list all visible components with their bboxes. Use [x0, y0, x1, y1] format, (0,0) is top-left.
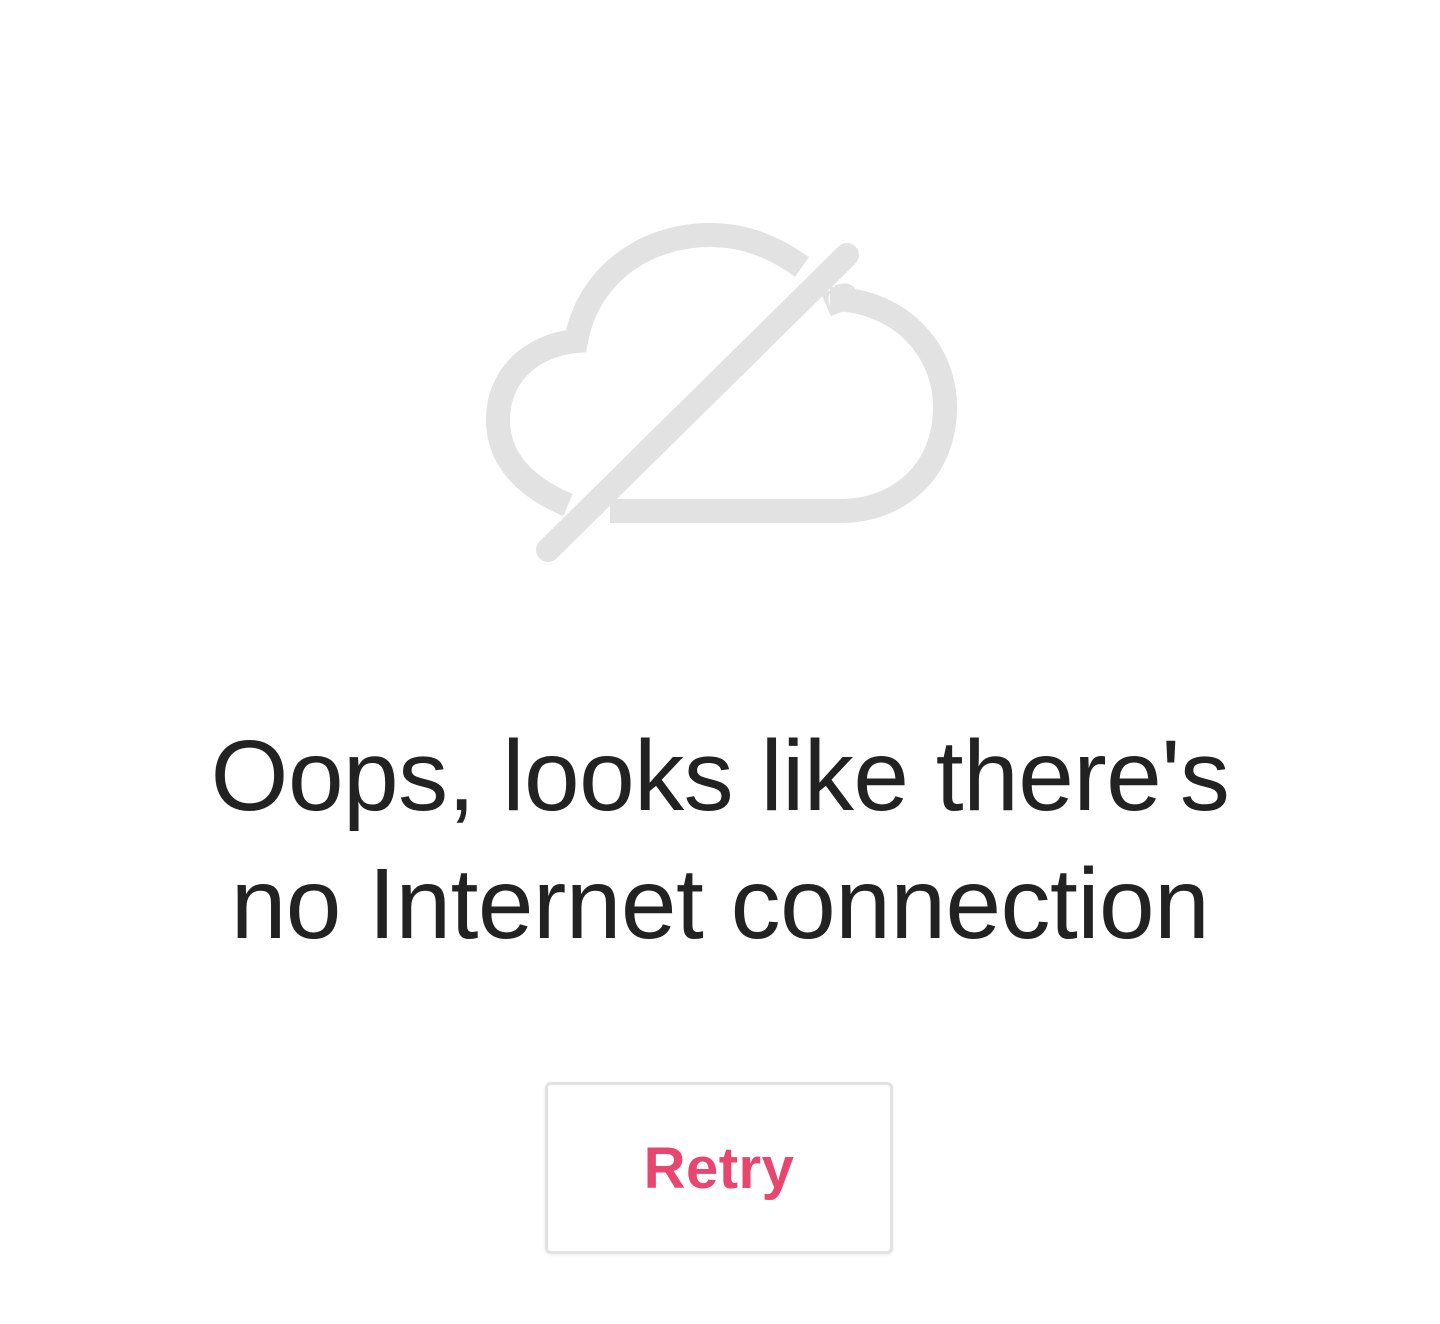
cloud-off-icon	[470, 215, 970, 575]
message-line-1: Oops, looks like there's	[210, 720, 1230, 832]
offline-screen: Oops, looks like there's no Internet con…	[0, 0, 1440, 1324]
no-connection-message: Oops, looks like there's no Internet con…	[120, 712, 1320, 968]
message-line-2: no Internet connection	[230, 848, 1210, 960]
retry-button[interactable]: Retry	[545, 1082, 893, 1254]
retry-button-label: Retry	[643, 1135, 795, 1201]
